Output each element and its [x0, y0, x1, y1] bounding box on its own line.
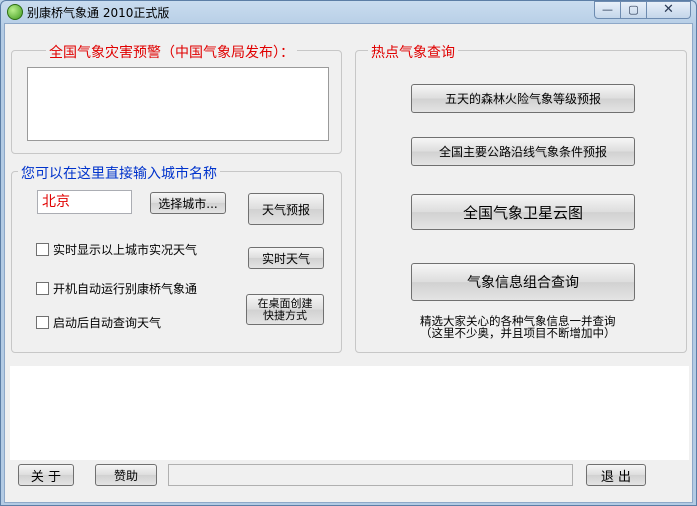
create-shortcut-button[interactable]: 在桌面创建快捷方式	[246, 294, 324, 325]
realtime-weather-button[interactable]: 实时天气	[248, 247, 324, 269]
checkbox-label: 启动后自动查询天气	[53, 316, 162, 330]
combined-query-button[interactable]: 气象信息组合查询	[411, 263, 635, 301]
checkbox-box[interactable]	[36, 316, 49, 329]
checkbox-box[interactable]	[36, 282, 49, 295]
city-group-title: 您可以在这里直接输入城市名称	[18, 163, 220, 183]
combined-query-info-line2: （这里不少奥，并且项目不断增加中）	[420, 326, 616, 340]
about-button[interactable]: 关 于	[18, 464, 74, 486]
checkbox-label: 实时显示以上城市实况天气	[53, 243, 198, 257]
satellite-cloud-map-button[interactable]: 全国气象卫星云图	[411, 194, 635, 230]
status-area	[10, 366, 689, 460]
warning-group: 全国气象灾害预警（中国气象局发布）：	[11, 42, 342, 154]
autostart-checkbox[interactable]: 开机自动运行别康桥气象通	[36, 280, 197, 297]
auto-query-checkbox[interactable]: 启动后自动查询天气	[36, 314, 161, 331]
hot-query-group: 热点气象查询 五天的森林火险气象等级预报 全国主要公路沿线气象条件预报 全国气象…	[355, 42, 687, 353]
minimize-button[interactable]: —	[594, 1, 621, 19]
donate-button[interactable]: 赞助	[95, 464, 157, 486]
caption-buttons: — ▢ ✕	[594, 1, 691, 19]
forecast-button[interactable]: 天气预报	[248, 193, 324, 225]
app-window: 别康桥气象通 2010正式版 — ▢ ✕ 全国气象灾害预警（中国气象局发布）： …	[0, 0, 697, 506]
warning-group-title: 全国气象灾害预警（中国气象局发布）：	[46, 42, 297, 62]
exit-button[interactable]: 退 出	[586, 464, 646, 486]
progress-bar	[168, 464, 573, 486]
title-bar[interactable]: 别康桥气象通 2010正式版 — ▢ ✕	[1, 1, 696, 23]
close-button[interactable]: ✕	[647, 1, 691, 19]
warning-list[interactable]	[27, 67, 329, 141]
realtime-display-checkbox[interactable]: 实时显示以上城市实况天气	[36, 241, 197, 258]
checkbox-label: 开机自动运行别康桥气象通	[53, 282, 198, 296]
city-group: 您可以在这里直接输入城市名称 北京 选择城市... 天气预报 实时显示以上城市实…	[11, 163, 342, 353]
forest-fire-forecast-button[interactable]: 五天的森林火险气象等级预报	[411, 84, 635, 113]
app-logo-icon	[7, 4, 23, 20]
hot-query-group-title: 热点气象查询	[368, 42, 458, 62]
highway-weather-button[interactable]: 全国主要公路沿线气象条件预报	[411, 137, 635, 166]
checkbox-box[interactable]	[36, 243, 49, 256]
city-input[interactable]: 北京	[37, 190, 132, 214]
window-title: 别康桥气象通 2010正式版	[27, 6, 170, 20]
client-area: 全国气象灾害预警（中国气象局发布）： 您可以在这里直接输入城市名称 北京 选择城…	[4, 23, 693, 503]
maximize-button[interactable]: ▢	[621, 1, 647, 19]
select-city-button[interactable]: 选择城市...	[150, 192, 226, 214]
